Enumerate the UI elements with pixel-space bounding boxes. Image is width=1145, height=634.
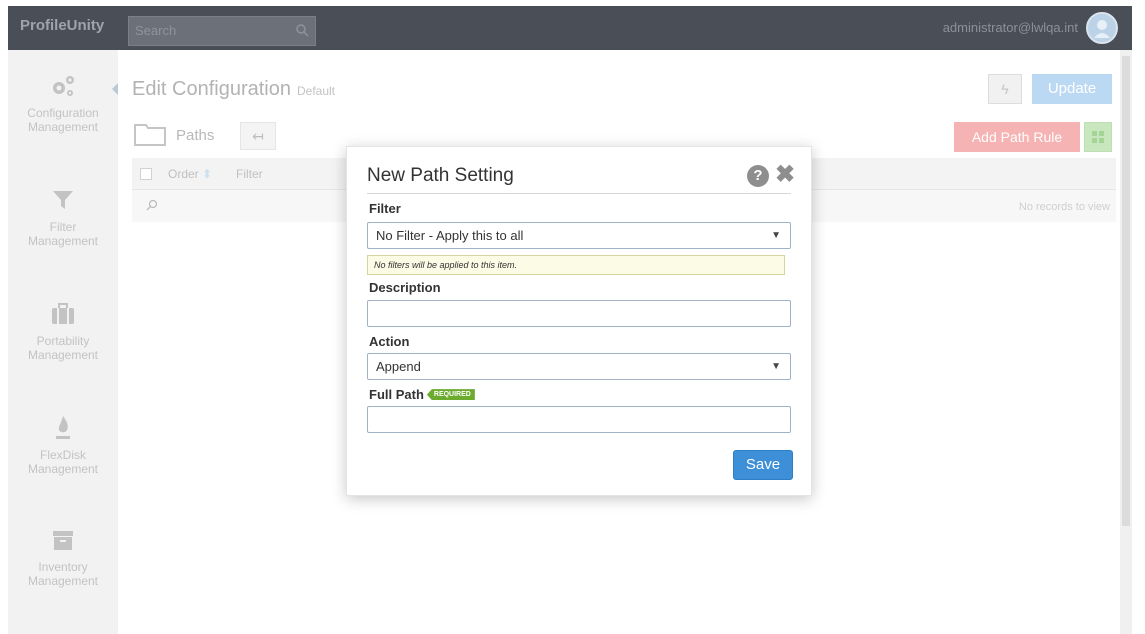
action-select-value: Append	[376, 359, 421, 374]
section-title: Paths	[176, 127, 215, 144]
sidebar-item-label: FlexDisk	[39, 448, 86, 462]
scrollbar[interactable]	[1120, 50, 1132, 634]
chevron-down-icon: ▼	[771, 361, 781, 372]
close-icon[interactable]: ✖	[773, 163, 797, 187]
top-navbar: ProfileUnity Search administrator@lwlqa.…	[8, 6, 1132, 50]
sidebar-item-label: Management	[27, 120, 99, 134]
page-title: Edit Configuration Default	[132, 78, 335, 101]
grid-options-button[interactable]	[1084, 122, 1112, 152]
user-icon	[1094, 20, 1110, 38]
sort-icon: ⬍	[202, 167, 213, 181]
new-path-setting-dialog: New Path Setting ? ✖ Filter No Filter - …	[346, 146, 812, 496]
add-path-rule-button[interactable]: Add Path Rule	[954, 122, 1080, 152]
grid-icon	[1092, 131, 1104, 143]
sidebar-item-inventory[interactable]: Inventory Management	[8, 526, 118, 588]
chevron-down-icon: ▼	[771, 230, 781, 241]
dialog-title: New Path Setting	[367, 165, 514, 186]
select-all-checkbox[interactable]	[140, 168, 152, 180]
sidebar-item-label: Inventory	[38, 560, 88, 574]
gears-icon	[8, 72, 118, 100]
sidebar-item-label: Management	[27, 574, 99, 588]
sidebar-item-flexdisk[interactable]: FlexDisk Management	[8, 414, 118, 476]
description-input[interactable]	[367, 300, 791, 327]
deploy-button[interactable]: ϟ	[988, 74, 1022, 104]
sidebar-item-label: Management	[27, 234, 99, 248]
action-select[interactable]: Append ▼	[367, 353, 791, 380]
update-button[interactable]: Update	[1032, 74, 1112, 104]
search-input[interactable]: Search	[135, 23, 176, 38]
back-button[interactable]: ↤	[240, 122, 276, 150]
full-path-label-text: Full Path	[369, 387, 424, 402]
description-label: Description	[369, 280, 441, 295]
page-title-text: Edit Configuration	[132, 78, 291, 100]
archive-icon	[8, 526, 118, 554]
search-icon[interactable]	[295, 23, 309, 37]
folder-icon	[134, 124, 166, 146]
full-path-input[interactable]	[367, 406, 791, 433]
sidebar-item-configuration[interactable]: Configuration Management	[8, 72, 118, 134]
full-path-label: Full Path REQUIRED	[369, 387, 475, 402]
configuration-name: Default	[296, 84, 336, 98]
save-button[interactable]: Save	[733, 450, 793, 480]
divider	[367, 193, 791, 194]
avatar[interactable]	[1086, 12, 1118, 44]
column-header-order[interactable]: Order ⬍	[168, 167, 212, 181]
required-badge: REQUIRED	[426, 389, 475, 401]
sidebar-item-label: Portability	[36, 334, 90, 348]
user-name[interactable]: administrator@lwlqa.int	[943, 20, 1078, 35]
action-label: Action	[369, 334, 410, 349]
sidebar: Configuration Management Filter Manageme…	[8, 50, 120, 634]
funnel-icon	[8, 186, 118, 214]
brand-logo[interactable]: ProfileUnity	[20, 17, 104, 34]
sidebar-item-label: Management	[27, 462, 99, 476]
column-header-filter[interactable]: Filter	[236, 167, 263, 181]
empty-table-text: No records to view	[1018, 201, 1110, 213]
sidebar-item-label: Configuration	[27, 106, 99, 120]
sidebar-item-label: Management	[27, 348, 99, 362]
sidebar-item-filter[interactable]: Filter Management	[8, 186, 118, 248]
search-box[interactable]: Search	[128, 16, 316, 46]
briefcase-icon	[8, 300, 118, 328]
sidebar-item-label: Filter	[49, 220, 77, 234]
sidebar-item-portability[interactable]: Portability Management	[8, 300, 118, 362]
flame-icon	[8, 414, 118, 442]
search-icon[interactable]	[146, 199, 158, 211]
scroll-thumb[interactable]	[1122, 56, 1130, 526]
column-header-label: Order	[168, 167, 199, 181]
filter-hint-tooltip: No filters will be applied to this item.	[367, 255, 785, 275]
filter-select-value: No Filter - Apply this to all	[376, 228, 524, 243]
help-icon[interactable]: ?	[747, 165, 769, 187]
filter-select[interactable]: No Filter - Apply this to all ▼	[367, 222, 791, 249]
filter-label: Filter	[369, 201, 401, 216]
